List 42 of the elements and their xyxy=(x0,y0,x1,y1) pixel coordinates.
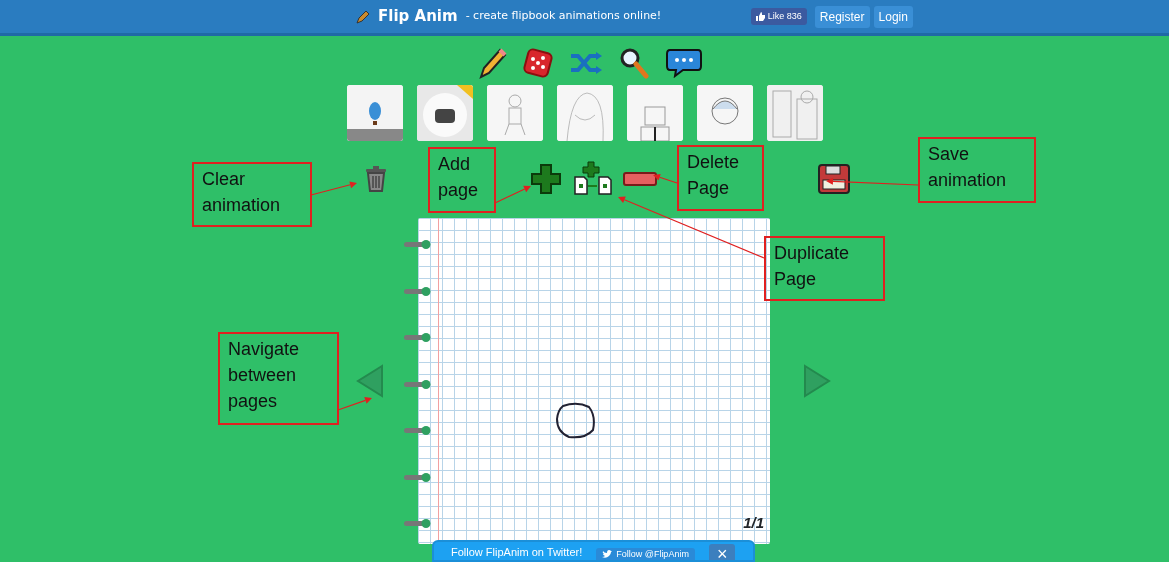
right-arrow-icon[interactable] xyxy=(803,364,831,398)
like-button[interactable]: Like 836 xyxy=(751,7,807,26)
circle-drawing xyxy=(555,402,597,440)
annotation-callout: Duplicate Page xyxy=(764,236,885,301)
notebook-page[interactable]: 1/1 xyxy=(418,218,770,544)
trash-icon[interactable] xyxy=(363,165,389,193)
banner-text: Follow FlipAnim on Twitter! xyxy=(451,545,583,560)
spiral-ring xyxy=(404,380,432,389)
annotation-callout: Navigate between pages xyxy=(218,332,339,425)
shuffle-icon[interactable] xyxy=(568,51,603,75)
bird-icon xyxy=(602,550,613,560)
duplicate-icon[interactable] xyxy=(572,161,614,197)
plus-icon[interactable] xyxy=(530,163,562,195)
spiral-ring xyxy=(404,287,432,296)
leader-line xyxy=(653,173,678,184)
thumbs-up-icon xyxy=(756,11,766,21)
spiral-ring xyxy=(404,519,432,528)
header-button[interactable]: Register xyxy=(814,5,870,28)
logo[interactable]: Flip Anim xyxy=(378,5,458,28)
spiral-ring xyxy=(404,240,432,249)
chat-icon[interactable] xyxy=(664,48,703,78)
spiral-ring xyxy=(404,426,432,435)
search-icon[interactable] xyxy=(618,47,649,79)
annotation-callout: Save animation xyxy=(918,137,1036,203)
annotation-callout: Add page xyxy=(428,147,496,213)
spiral-ring xyxy=(404,333,432,342)
pencil-icon[interactable] xyxy=(476,47,507,79)
leader-line xyxy=(337,397,372,411)
dice-icon[interactable] xyxy=(522,48,553,78)
annotation-callout: Clear animation xyxy=(192,162,312,227)
header-button[interactable]: Login xyxy=(873,5,913,28)
pencil-icon xyxy=(356,9,371,24)
leader-line xyxy=(494,185,531,204)
left-arrow-icon[interactable] xyxy=(356,364,384,398)
leader-line xyxy=(310,181,357,196)
annotation-callout: Delete Page xyxy=(677,145,764,211)
page-counter: 1/1 xyxy=(743,512,764,533)
minus-icon[interactable] xyxy=(623,172,657,186)
tagline: - create flipbook animations online! xyxy=(465,8,662,25)
close-button[interactable]: × xyxy=(708,544,736,560)
spiral-ring xyxy=(404,473,432,482)
follow-button[interactable]: Follow @FlipAnim xyxy=(596,548,695,560)
